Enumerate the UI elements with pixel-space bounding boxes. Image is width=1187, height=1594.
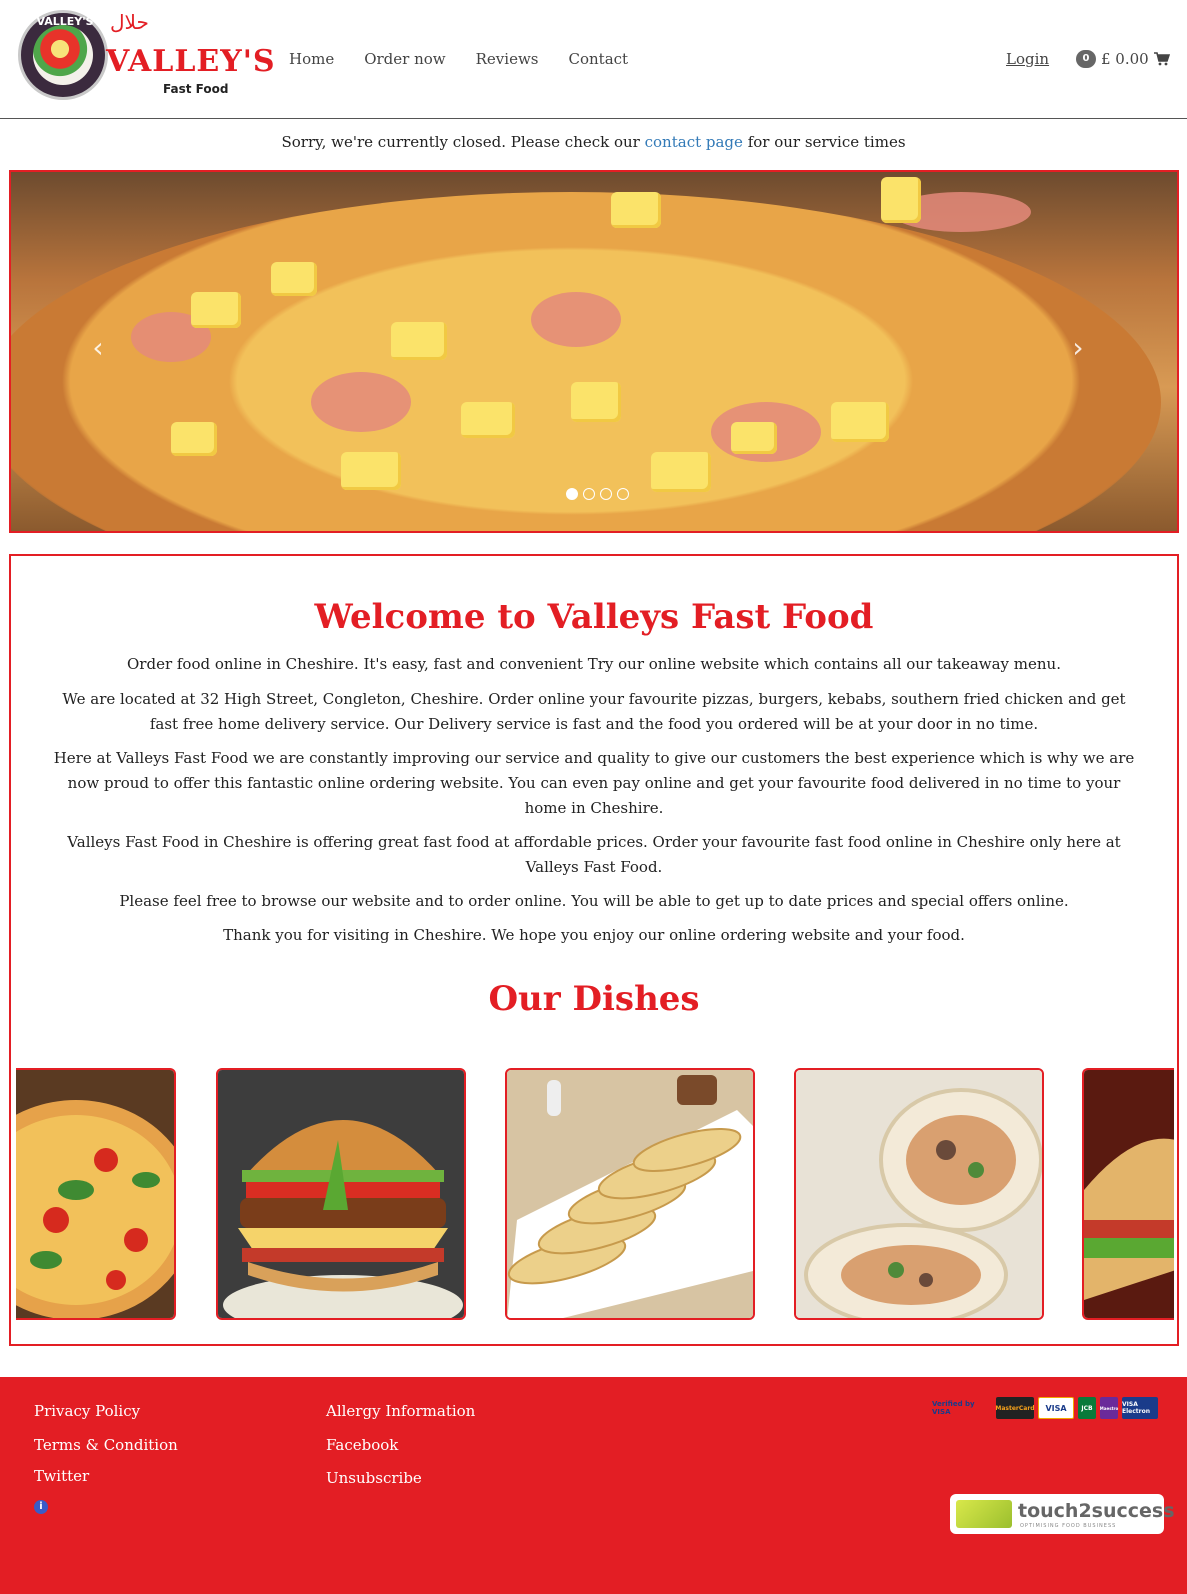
logo-badge-text: VALLEY'S <box>36 15 94 28</box>
info-icon[interactable]: i <box>34 1500 48 1514</box>
carousel-dot[interactable] <box>617 488 629 500</box>
welcome-paragraph: Order food online in Cheshire. It's easy… <box>127 655 1061 673</box>
touch2success-badge[interactable]: touch2success OPTIMISING FOOD BUSINESS <box>950 1494 1175 1534</box>
pineapple-topping <box>391 322 447 360</box>
closed-notice: Sorry, we're currently closed. Please ch… <box>0 133 1187 151</box>
nav-home[interactable]: Home <box>289 50 334 68</box>
dishes-title: Our Dishes <box>488 979 700 1019</box>
notice-suffix: for our service times <box>742 133 906 151</box>
dish-pizza[interactable] <box>16 1068 176 1320</box>
payment-methods: Verified by VISA MasterCard VISA JCB Mae… <box>932 1397 1158 1419</box>
hero-carousel: ‹ › <box>9 170 1179 533</box>
carousel-next-button[interactable]: › <box>1067 334 1089 362</box>
footer-link-privacy-policy[interactable]: Privacy Policy <box>34 1402 140 1420</box>
footer-link-facebook[interactable]: Facebook <box>326 1436 398 1454</box>
touch2success-tagline: OPTIMISING FOOD BUSINESS <box>1020 1523 1117 1529</box>
welcome-paragraph: We are located at 32 High Street, Congle… <box>62 690 1126 733</box>
pineapple-topping <box>881 177 921 223</box>
verified-by-visa-icon: Verified by VISA <box>932 1400 975 1416</box>
footer-link-twitter[interactable]: Twitter <box>34 1467 89 1485</box>
site-header: VALLEY'S حلال VALLEY'S Fast Food Home Or… <box>0 0 1187 119</box>
wrap-image <box>796 1070 1042 1318</box>
garlic-bread-image <box>507 1070 753 1318</box>
dish-sandwich[interactable] <box>1082 1068 1174 1320</box>
carousel-prev-button[interactable]: ‹ <box>87 334 109 362</box>
notice-prefix: Sorry, we're currently closed. Please ch… <box>281 133 645 151</box>
shopping-cart-icon <box>1153 52 1170 66</box>
touch2success-card-icon <box>956 1500 1012 1528</box>
dish-garlic-bread[interactable] <box>505 1068 755 1320</box>
pineapple-topping <box>191 292 241 328</box>
carousel-dot[interactable] <box>583 488 595 500</box>
brand-logo[interactable]: VALLEY'S حلال VALLEY'S Fast Food <box>18 10 275 102</box>
maestro-icon: Maestro <box>1100 1397 1118 1419</box>
pineapple-topping <box>171 422 217 456</box>
login-link[interactable]: Login <box>1006 50 1049 68</box>
cart-button[interactable]: 0 £ 0.00 <box>1076 50 1170 68</box>
jcb-icon: JCB <box>1078 1397 1096 1419</box>
nav-reviews[interactable]: Reviews <box>476 50 539 68</box>
pizza-image <box>11 192 1161 531</box>
ham-topping <box>531 292 621 347</box>
dish-wrap[interactable] <box>794 1068 1044 1320</box>
nav-order-now[interactable]: Order now <box>364 50 445 68</box>
carousel-dot[interactable] <box>600 488 612 500</box>
ham-topping <box>311 372 411 432</box>
pineapple-topping <box>571 382 621 422</box>
welcome-paragraph: Valleys Fast Food in Cheshire is offerin… <box>67 833 1121 876</box>
pizza-image <box>16 1070 174 1318</box>
main-nav: Home Order now Reviews Contact <box>289 50 628 68</box>
footer-link-unsubscribe[interactable]: Unsubscribe <box>326 1469 422 1487</box>
cart-count-badge: 0 <box>1076 50 1096 68</box>
sandwich-image <box>1084 1070 1174 1318</box>
pineapple-topping <box>831 402 889 442</box>
visa-icon: VISA <box>1038 1397 1074 1419</box>
brand-name: VALLEY'S <box>106 44 276 79</box>
halal-mark: حلال <box>110 10 149 34</box>
pineapple-topping <box>651 452 711 492</box>
pineapple-topping <box>731 422 777 454</box>
welcome-paragraph: Please feel free to browse our website a… <box>119 892 1069 910</box>
footer-link-terms[interactable]: Terms & Condition <box>34 1436 178 1454</box>
burger-image <box>218 1070 464 1318</box>
carousel-dot[interactable] <box>566 488 578 500</box>
pineapple-topping <box>271 262 317 296</box>
contact-page-link[interactable]: contact page <box>645 133 743 151</box>
welcome-paragraph: Thank you for visiting in Cheshire. We h… <box>223 926 965 944</box>
cart-total: £ 0.00 <box>1101 50 1149 68</box>
logo-badge: VALLEY'S <box>18 10 108 100</box>
visa-electron-icon: VISA Electron <box>1122 1397 1158 1419</box>
dish-burger[interactable] <box>216 1068 466 1320</box>
carousel-indicators <box>566 488 629 500</box>
welcome-section: Welcome to Valleys Fast Food Order food … <box>9 554 1179 1346</box>
welcome-paragraph: Here at Valleys Fast Food we are constan… <box>53 749 1135 817</box>
logo-food-graphic <box>33 25 93 85</box>
brand-subtitle: Fast Food <box>163 82 229 96</box>
nav-contact[interactable]: Contact <box>569 50 629 68</box>
welcome-title: Welcome to Valleys Fast Food <box>314 597 874 637</box>
pineapple-topping <box>341 452 401 490</box>
pineapple-topping <box>461 402 515 438</box>
mastercard-icon: MasterCard <box>995 1397 1035 1419</box>
footer-link-allergy[interactable]: Allergy Information <box>326 1402 475 1420</box>
pineapple-topping <box>611 192 661 228</box>
touch2success-name: touch2success <box>1018 1500 1175 1522</box>
